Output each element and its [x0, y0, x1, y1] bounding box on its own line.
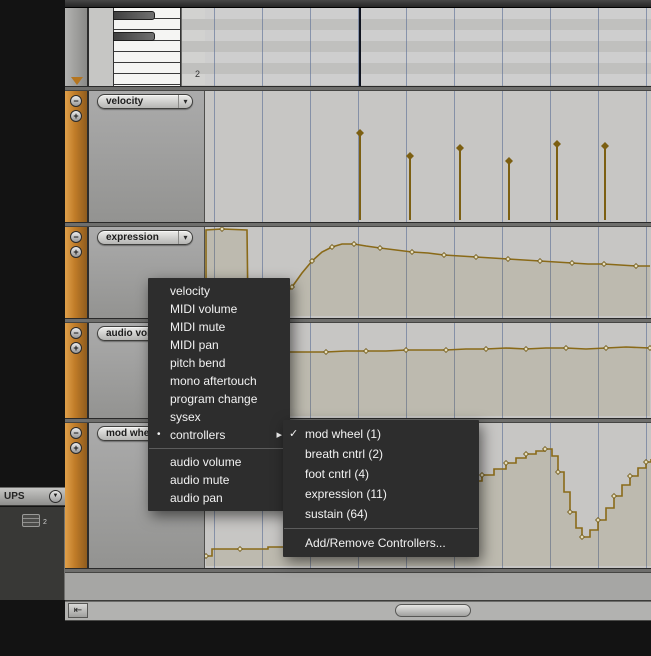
- add-lane-button[interactable]: +: [70, 442, 82, 454]
- menu-item-midi-volume[interactable]: MIDI volume: [148, 300, 290, 318]
- context-menu: velocity MIDI volume MIDI mute MIDI pan pitc…: [148, 278, 290, 511]
- menu-item-label: breath cntrl (2): [305, 447, 384, 461]
- lane-type-selector-expression[interactable]: expression ▾: [97, 230, 193, 245]
- playhead[interactable]: [359, 8, 361, 86]
- lane-divider[interactable]: [65, 568, 651, 573]
- ruler-stripe-column: 2: [181, 8, 206, 86]
- menu-item-label: MIDI pan: [170, 338, 219, 352]
- submenu-item-mod-wheel-1[interactable]: ✓ mod wheel (1): [283, 424, 479, 444]
- lane-type-selector-velocity[interactable]: velocity ▾: [97, 94, 193, 109]
- h-scroll-thumb[interactable]: [395, 604, 471, 617]
- scroll-home-icon: ⇤: [73, 605, 83, 616]
- lane-selector-label: velocity: [106, 96, 144, 107]
- submenu-item-expression-11[interactable]: expression (11): [283, 484, 479, 504]
- piano-key-black[interactable]: [113, 11, 155, 20]
- menu-item-label: audio volume: [170, 455, 242, 469]
- controllers-submenu: ✓ mod wheel (1) breath cntrl (2) foot cntrl…: [283, 420, 479, 557]
- menu-item-label: controllers: [170, 428, 226, 442]
- chevron-down-icon: ▾: [178, 231, 192, 244]
- groups-panel-body: 2: [0, 507, 65, 600]
- menu-item-label: mod wheel (1): [305, 427, 382, 441]
- add-lane-button[interactable]: +: [70, 246, 82, 258]
- menu-item-mono-aftertouch[interactable]: mono aftertouch: [148, 372, 290, 390]
- submenu-separator: [284, 528, 478, 529]
- menu-item-midi-pan[interactable]: MIDI pan: [148, 336, 290, 354]
- lane-divider[interactable]: [65, 222, 651, 227]
- lane-color-strip-expression: − +: [65, 227, 88, 318]
- lane-color-strip-velocity: − +: [65, 91, 88, 222]
- menu-item-program-change[interactable]: program change: [148, 390, 290, 408]
- submenu-item-foot-cntrl-4[interactable]: foot cntrl (4): [283, 464, 479, 484]
- menu-item-label: pitch bend: [170, 356, 226, 370]
- note-grid[interactable]: [205, 8, 651, 86]
- piano-keyboard: 2: [88, 8, 206, 86]
- groups-panel-header: UPS ▼: [0, 487, 65, 506]
- top-toolbar: [65, 0, 651, 8]
- checkmark-icon: ✓: [289, 428, 299, 440]
- remove-lane-button[interactable]: −: [70, 231, 82, 243]
- lane-color-strip-audio-volume: − +: [65, 323, 88, 418]
- add-lane-button[interactable]: +: [70, 110, 82, 122]
- remove-lane-button[interactable]: −: [70, 427, 82, 439]
- minus-icon: −: [73, 95, 79, 106]
- track-color-strip-top: [65, 8, 88, 86]
- lane-divider[interactable]: [65, 86, 651, 91]
- lane-area-footer: [65, 573, 651, 601]
- plus-icon: +: [73, 442, 79, 453]
- menu-item-sysex[interactable]: sysex: [148, 408, 290, 426]
- menu-item-label: audio pan: [170, 491, 223, 505]
- lane-grid-velocity[interactable]: [205, 91, 651, 222]
- group-item-icon[interactable]: [22, 514, 40, 527]
- menu-item-label: mono aftertouch: [170, 374, 257, 388]
- groups-collapse-button[interactable]: ▼: [49, 490, 62, 503]
- menu-item-midi-mute[interactable]: MIDI mute: [148, 318, 290, 336]
- plus-icon: +: [73, 110, 79, 121]
- menu-item-audio-pan[interactable]: audio pan: [148, 489, 290, 507]
- remove-lane-button[interactable]: −: [70, 95, 82, 107]
- groups-panel-title: UPS: [4, 491, 25, 502]
- lane-color-strip-mod-wheel: − +: [65, 423, 88, 568]
- menu-item-audio-volume[interactable]: audio volume: [148, 453, 290, 471]
- bullet-icon: •: [157, 429, 161, 440]
- lane-header-velocity: velocity ▾: [88, 91, 205, 222]
- plus-icon: +: [73, 246, 79, 257]
- lane-selector-label: expression: [106, 232, 159, 243]
- measure-label: 2: [195, 69, 201, 79]
- scroll-home-button[interactable]: ⇤: [68, 603, 88, 618]
- menu-item-label: expression (11): [305, 487, 387, 501]
- submenu-item-breath-cntrl-2[interactable]: breath cntrl (2): [283, 444, 479, 464]
- midi-editor-window: 2 − + velocity ▾ − + expression ▾ − + au…: [0, 0, 651, 656]
- submenu-item-add-remove-controllers[interactable]: Add/Remove Controllers...: [283, 533, 479, 553]
- menu-item-label: sustain (64): [305, 507, 368, 521]
- menu-item-label: sysex: [170, 410, 201, 424]
- menu-item-label: Add/Remove Controllers...: [305, 536, 446, 550]
- piano-key-black[interactable]: [113, 32, 155, 41]
- menu-item-audio-mute[interactable]: audio mute: [148, 471, 290, 489]
- minus-icon: −: [73, 427, 79, 438]
- menu-item-label: program change: [170, 392, 258, 406]
- minus-icon: −: [73, 231, 79, 242]
- collapse-triangle-icon[interactable]: [71, 77, 83, 85]
- chevron-down-icon: ▾: [178, 95, 192, 108]
- menu-item-pitch-bend[interactable]: pitch bend: [148, 354, 290, 372]
- menu-item-label: MIDI volume: [170, 302, 238, 316]
- add-lane-button[interactable]: +: [70, 342, 82, 354]
- group-item-badge: 2: [43, 519, 47, 526]
- menu-item-velocity[interactable]: velocity: [148, 282, 290, 300]
- plus-icon: +: [73, 342, 79, 353]
- minus-icon: −: [73, 327, 79, 338]
- submenu-arrow-icon: ▸: [276, 429, 282, 441]
- menu-item-label: velocity: [170, 284, 211, 298]
- menu-item-label: audio mute: [170, 473, 230, 487]
- remove-lane-button[interactable]: −: [70, 327, 82, 339]
- h-scrollbar[interactable]: [65, 601, 651, 621]
- menu-separator: [149, 448, 289, 449]
- submenu-item-sustain-64[interactable]: sustain (64): [283, 504, 479, 524]
- menu-item-label: MIDI mute: [170, 320, 226, 334]
- chevron-down-icon: ▼: [52, 493, 59, 499]
- menu-item-controllers[interactable]: • controllers ▸: [148, 426, 290, 444]
- menu-item-label: foot cntrl (4): [305, 467, 370, 481]
